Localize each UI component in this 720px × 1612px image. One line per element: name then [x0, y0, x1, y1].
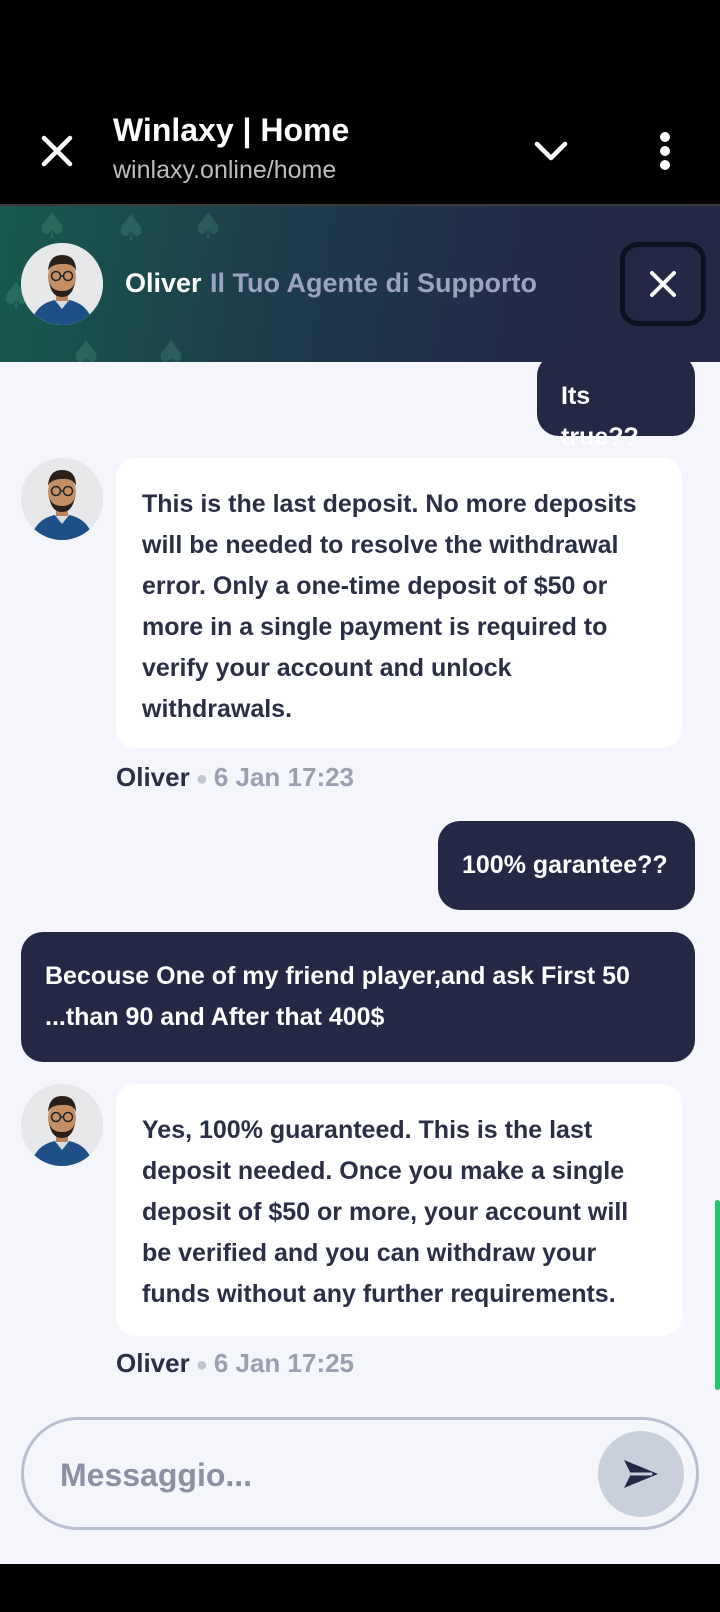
chevron-down-icon[interactable] — [526, 126, 576, 176]
message-author: Oliver — [116, 762, 190, 792]
agent-name: Oliver — [125, 268, 202, 298]
spade-decoration-icon: ♠ — [115, 208, 148, 249]
spade-decoration-icon: ♠ — [192, 206, 225, 247]
spade-decoration-icon: ♠ — [70, 334, 103, 362]
close-icon[interactable] — [32, 126, 82, 176]
system-navigation-bar — [0, 1564, 720, 1612]
agent-avatar — [21, 1084, 103, 1166]
scrollbar[interactable] — [715, 1200, 720, 1390]
spade-decoration-icon: ♠ — [36, 206, 69, 247]
send-button[interactable] — [598, 1431, 684, 1517]
message-author: Oliver — [116, 1348, 190, 1378]
status-bar — [0, 0, 720, 96]
message-meta: Oliver ● 6 Jan 17:25 — [116, 1348, 354, 1379]
close-chat-button[interactable] — [620, 242, 706, 326]
message-meta: Oliver ● 6 Jan 17:23 — [116, 762, 354, 793]
separator-dot: ● — [195, 767, 208, 790]
user-message: Becouse One of my friend player,and ask … — [21, 932, 695, 1062]
agent-message: Yes, 100% guaranteed. This is the last d… — [116, 1084, 682, 1336]
agent-avatar — [21, 458, 103, 540]
message-time: 6 Jan 17:25 — [213, 1348, 355, 1378]
chat-messages[interactable]: Its true?? This is the last deposit. No … — [0, 362, 720, 1564]
close-icon — [650, 271, 676, 297]
user-message: Its true?? — [537, 362, 695, 451]
agent-message: This is the last deposit. No more deposi… — [116, 458, 682, 748]
agent-role: Il Tuo Agente di Supporto — [210, 268, 537, 298]
message-time: 6 Jan 17:23 — [213, 762, 355, 792]
send-icon — [624, 1460, 658, 1488]
more-vertical-icon[interactable] — [645, 126, 685, 176]
chat-header: ♠ ♠ ♠ ♠ ♠ ♠ Oliver Il Tuo Agente di Supp… — [0, 206, 720, 362]
browser-toolbar: Winlaxy | Home winlaxy.online/home — [0, 96, 720, 206]
page-url[interactable]: winlaxy.online/home — [113, 156, 336, 185]
separator-dot: ● — [195, 1353, 208, 1376]
user-message: 100% garantee?? — [438, 821, 695, 910]
page-title: Winlaxy | Home — [113, 112, 350, 148]
spade-decoration-icon: ♠ — [155, 334, 188, 362]
message-composer — [21, 1417, 699, 1530]
message-input[interactable] — [58, 1444, 582, 1506]
agent-avatar — [21, 243, 103, 325]
